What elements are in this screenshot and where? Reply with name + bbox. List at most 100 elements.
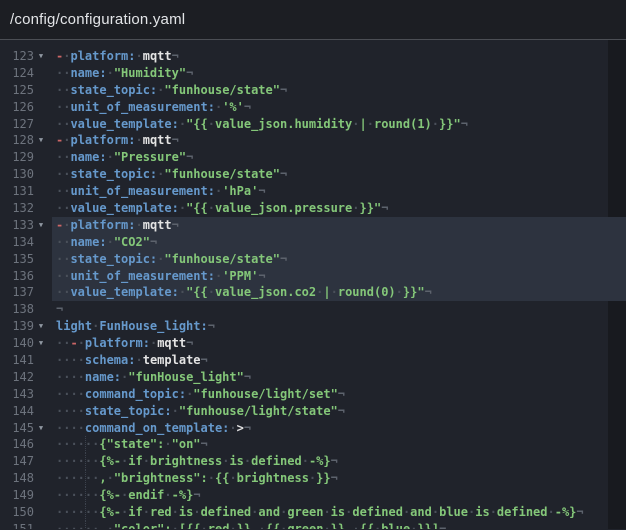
code-line[interactable]: 132 ··value_template:·"{{·value_json.pres… [0,200,626,217]
code-line-content[interactable]: ··state_topic:·"funhouse/state"¬ [52,82,626,99]
code-line[interactable]: 140▼··-·platform:·mqtt¬ [0,335,626,352]
code-line[interactable]: 147 ······{%-·if·brightness·is·defined·-%… [0,453,626,470]
code-line[interactable]: 143 ····command_topic:·"funhouse/light/se… [0,386,626,403]
code-line-content[interactable]: ··unit_of_measurement:·'PPM'¬ [52,268,626,285]
line-number[interactable]: 151 [0,521,34,529]
code-line[interactable]: 131 ··unit_of_measurement:·'hPa'¬ [0,183,626,200]
line-number[interactable]: 147 [0,453,34,470]
code-line-content[interactable]: ····state_topic:·"funhouse/light/state"¬ [52,403,626,420]
code-line-content[interactable]: ····command_on_template:·>¬ [52,420,626,437]
code-line[interactable]: 126 ··unit_of_measurement:·'%'¬ [0,99,626,116]
line-number[interactable]: 150 [0,504,34,521]
code-line-content[interactable]: ······{%-·if·red·is·defined·and·green·is… [52,504,626,521]
line-number[interactable]: 135 [0,251,34,268]
line-number[interactable]: 141 [0,352,34,369]
code-line-content[interactable]: ····schema:·template¬ [52,352,626,369]
code-line[interactable]: 124 ··name:·"Humidity"¬ [0,65,626,82]
code-line-content[interactable]: ··name:·"Pressure"¬ [52,149,626,166]
fold-arrow-icon[interactable]: ▼ [34,48,48,65]
line-number[interactable]: 142 [0,369,34,386]
code-editor[interactable]: 123▼-·platform:·mqtt¬124··name:·"Humidit… [0,40,626,529]
code-line[interactable]: 142 ····name:·"funHouse_light"¬ [0,369,626,386]
line-number[interactable]: 129 [0,149,34,166]
code-line-content[interactable]: ··value_template:·"{{·value_json.pressur… [52,200,626,217]
code-line-content[interactable]: ··-·platform:·mqtt¬ [52,335,626,352]
code-line-content[interactable]: ······{"state":·"on"¬ [52,436,626,453]
code-line[interactable]: 134 ··name:·"CO2"¬ [0,234,626,251]
code-line[interactable]: 141 ····schema:·template¬ [0,352,626,369]
line-number[interactable]: 133 [0,217,34,234]
line-number[interactable]: 130 [0,166,34,183]
line-number[interactable]: 144 [0,403,34,420]
line-number[interactable]: 124 [0,65,34,82]
code-line-content[interactable]: ··unit_of_measurement:·'%'¬ [52,99,626,116]
code-line[interactable]: 149 ······{%-·endif·-%}¬ [0,487,626,504]
code-line-content[interactable]: ······{%-·if·brightness·is·defined·-%}¬ [52,453,626,470]
line-number[interactable]: 137 [0,284,34,301]
code-line[interactable]: 125 ··state_topic:·"funhouse/state"¬ [0,82,626,99]
token-key: name: [70,150,106,164]
token-str: green [287,522,323,529]
token-str: "{{ [186,201,208,215]
line-number[interactable]: 125 [0,82,34,99]
line-number[interactable]: 128 [0,132,34,149]
code-line-content[interactable]: -·platform:·mqtt¬ [52,132,626,149]
fold-arrow-icon[interactable]: ▼ [34,217,48,234]
line-number[interactable]: 126 [0,99,34,116]
code-line[interactable]: 146 ······{"state":·"on"¬ [0,436,626,453]
code-line-content[interactable]: ··value_template:·"{{·value_json.co2·|·r… [52,284,626,301]
code-line-content[interactable]: ····name:·"funHouse_light"¬ [52,369,626,386]
code-line-content[interactable]: -·platform:·mqtt¬ [52,48,626,65]
code-line-content[interactable]: ··unit_of_measurement:·'hPa'¬ [52,183,626,200]
code-line[interactable]: 136 ··unit_of_measurement:·'PPM'¬ [0,268,626,285]
code-line[interactable]: 130 ··state_topic:·"funhouse/state"¬ [0,166,626,183]
token-ws: · [201,522,208,529]
code-line[interactable]: 145▼····command_on_template:·>¬ [0,420,626,437]
line-number[interactable]: 131 [0,183,34,200]
line-number[interactable]: 145 [0,420,34,437]
code-line[interactable]: 151······,·"color":·[{{·red·}},·{{·green… [0,521,626,529]
line-number[interactable]: 148 [0,470,34,487]
line-number[interactable]: 140 [0,335,34,352]
fold-arrow-icon[interactable]: ▼ [34,318,48,335]
token-eol: ¬ [331,471,338,485]
code-line-content[interactable]: light·FunHouse_light:¬ [52,318,626,335]
code-line-content[interactable]: ······,·"color":·[{{·red·}},·{{·green·}}… [52,521,626,529]
code-line[interactable]: 137 ··value_template:·"{{·value_json.co2·… [0,284,626,301]
fold-arrow-icon[interactable]: ▼ [34,335,48,352]
code-line[interactable]: 123▼-·platform:·mqtt¬ [0,48,626,65]
code-line[interactable]: 144 ····state_topic:·"funhouse/light/stat… [0,403,626,420]
line-number[interactable]: 139 [0,318,34,335]
code-line-content[interactable]: ······{%-·endif·-%}¬ [52,487,626,504]
code-line[interactable]: 150 ······{%-·if·red·is·defined·and·green… [0,504,626,521]
line-number[interactable]: 138 [0,301,34,318]
fold-arrow-icon[interactable]: ▼ [34,420,48,437]
code-line-content[interactable]: ····command_topic:·"funhouse/light/set"¬ [52,386,626,403]
line-number[interactable]: 146 [0,436,34,453]
code-line[interactable]: 148 ······,·"brightness":·{{·brightness·}… [0,470,626,487]
code-line[interactable]: 129 ··name:·"Pressure"¬ [0,149,626,166]
code-line[interactable]: 133▼-·platform:·mqtt¬ [0,217,626,234]
code-line-content[interactable]: ··name:·"Humidity"¬ [52,65,626,82]
code-line[interactable]: 128▼-·platform:·mqtt¬ [0,132,626,149]
code-line-content[interactable]: ¬ [52,301,626,318]
code-line-content[interactable]: ··name:·"CO2"¬ [52,234,626,251]
fold-arrow-icon[interactable]: ▼ [34,132,48,149]
line-number[interactable]: 127 [0,116,34,133]
line-number[interactable]: 123 [0,48,34,65]
code-line-content[interactable]: ··state_topic:·"funhouse/state"¬ [52,166,626,183]
line-number[interactable]: 143 [0,386,34,403]
line-number[interactable]: 136 [0,268,34,285]
code-line-content[interactable]: ······,·"brightness":·{{·brightness·}}¬ [52,470,626,487]
line-number[interactable]: 149 [0,487,34,504]
code-line[interactable]: 127 ··value_template:·"{{·value_json.humi… [0,116,626,133]
code-line[interactable]: 139▼light·FunHouse_light:¬ [0,318,626,335]
line-number[interactable]: 132 [0,200,34,217]
code-line[interactable]: 135 ··state_topic:·"funhouse/state"¬ [0,251,626,268]
code-line[interactable]: 138 ¬ [0,301,626,318]
code-line-content[interactable]: ··value_template:·"{{·value_json.humidit… [52,116,626,133]
code-line-content[interactable]: ··state_topic:·"funhouse/state"¬ [52,251,626,268]
line-number[interactable]: 134 [0,234,34,251]
code-line-content[interactable]: -·platform:·mqtt¬ [52,217,626,234]
code-line-background: ····state_topic:·"funhouse/light/state"¬ [52,403,626,420]
